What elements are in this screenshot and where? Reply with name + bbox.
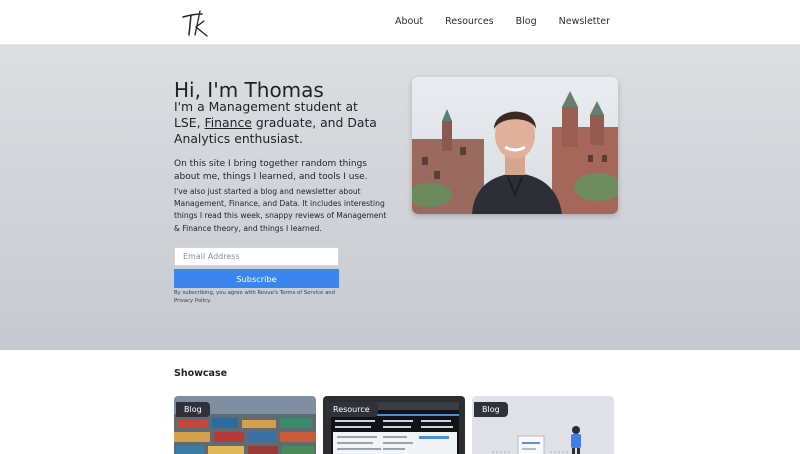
hero-paragraph-blog: I've also just started a blog and newsle… <box>174 187 387 233</box>
profile-photo <box>412 77 618 214</box>
nav-about[interactable]: About <box>395 16 423 27</box>
nav-newsletter[interactable]: Newsletter <box>559 16 610 27</box>
site-header: About Resources Blog Newsletter <box>0 0 800 45</box>
showcase-card-resource[interactable]: Resource <box>323 396 465 454</box>
finance-link[interactable]: Finance <box>205 115 252 130</box>
hero-section: Hi, I'm Thomas I'm a Management student … <box>0 45 800 350</box>
showcase-card-blog-2[interactable]: Blog <box>472 396 614 454</box>
subscribe-disclaimer: By subscribing, you agree with Revue's T… <box>174 290 336 304</box>
hero-subtitle: I'm a Management student at LSE, Finance… <box>174 99 384 147</box>
email-input[interactable] <box>174 247 339 266</box>
showcase-card-blog-1[interactable]: Blog <box>174 396 316 454</box>
nav-blog[interactable]: Blog <box>516 16 537 27</box>
main-nav: About Resources Blog Newsletter <box>395 16 610 27</box>
logo-icon[interactable] <box>180 8 212 38</box>
hero-paragraph-intro: On this site I bring together random thi… <box>174 159 368 182</box>
card-badge: Blog <box>474 402 508 417</box>
card-badge: Resource <box>325 402 378 417</box>
nav-resources[interactable]: Resources <box>445 16 494 27</box>
subscribe-button[interactable]: Subscribe <box>174 269 339 288</box>
card-badge: Blog <box>176 402 210 417</box>
showcase-title: Showcase <box>174 368 228 379</box>
